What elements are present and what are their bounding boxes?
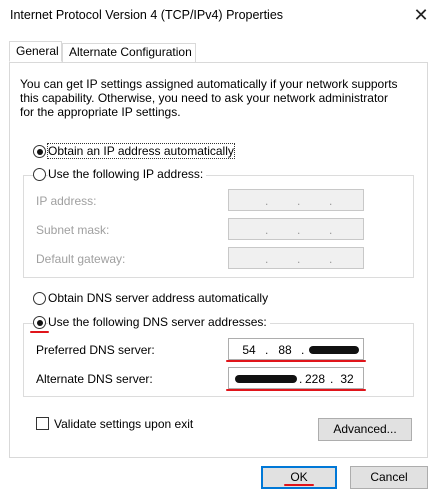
default-gateway-label: Default gateway: <box>36 252 126 266</box>
preferred-dns-label: Preferred DNS server: <box>36 343 155 357</box>
intro-text: You can get IP settings assigned automat… <box>20 77 398 119</box>
tab-alternate-configuration[interactable]: Alternate Configuration <box>62 43 196 62</box>
redaction-scribble <box>309 346 359 354</box>
redaction-scribble <box>235 375 297 383</box>
alternate-dns-octet-4: 32 <box>340 372 354 386</box>
annotation-underline <box>284 484 314 486</box>
preferred-dns-input[interactable]: 54 . 88 . <box>228 338 364 360</box>
radio-use-following-ip[interactable] <box>33 168 46 181</box>
preferred-dns-octet-1: 54 <box>242 343 256 357</box>
alternate-dns-input[interactable]: . 228 . 32 <box>228 367 364 389</box>
radio-obtain-dns-auto-label[interactable]: Obtain DNS server address automatically <box>48 291 268 305</box>
radio-use-following-ip-label[interactable]: Use the following IP address: <box>48 167 207 181</box>
validate-checkbox-label[interactable]: Validate settings upon exit <box>54 417 193 431</box>
annotation-underline <box>226 360 366 362</box>
title-bar: Internet Protocol Version 4 (TCP/IPv4) P… <box>0 0 438 32</box>
radio-use-following-dns[interactable] <box>33 316 46 329</box>
radio-obtain-dns-auto[interactable] <box>33 292 46 305</box>
ip-address-input[interactable]: ... <box>228 189 364 211</box>
annotation-underline <box>226 389 366 391</box>
validate-checkbox[interactable] <box>36 417 49 430</box>
radio-use-following-dns-label[interactable]: Use the following DNS server addresses: <box>48 315 270 329</box>
default-gateway-input[interactable]: ... <box>228 247 364 269</box>
subnet-mask-input[interactable]: ... <box>228 218 364 240</box>
cancel-button[interactable]: Cancel <box>350 466 428 489</box>
subnet-mask-label: Subnet mask: <box>36 223 110 237</box>
annotation-underline <box>30 331 49 333</box>
radio-obtain-ip-auto[interactable] <box>33 145 46 158</box>
preferred-dns-octet-2: 88 <box>278 343 292 357</box>
radio-obtain-ip-auto-label[interactable]: Obtain an IP address automatically <box>47 143 235 159</box>
ip-address-label: IP address: <box>36 194 97 208</box>
tab-general[interactable]: General <box>9 41 62 62</box>
close-icon[interactable]: ✕ <box>409 4 433 28</box>
alternate-dns-label: Alternate DNS server: <box>36 372 153 386</box>
window-title: Internet Protocol Version 4 (TCP/IPv4) P… <box>10 8 284 22</box>
alternate-dns-octet-3: 228 <box>304 372 326 386</box>
advanced-button[interactable]: Advanced... <box>318 418 412 441</box>
